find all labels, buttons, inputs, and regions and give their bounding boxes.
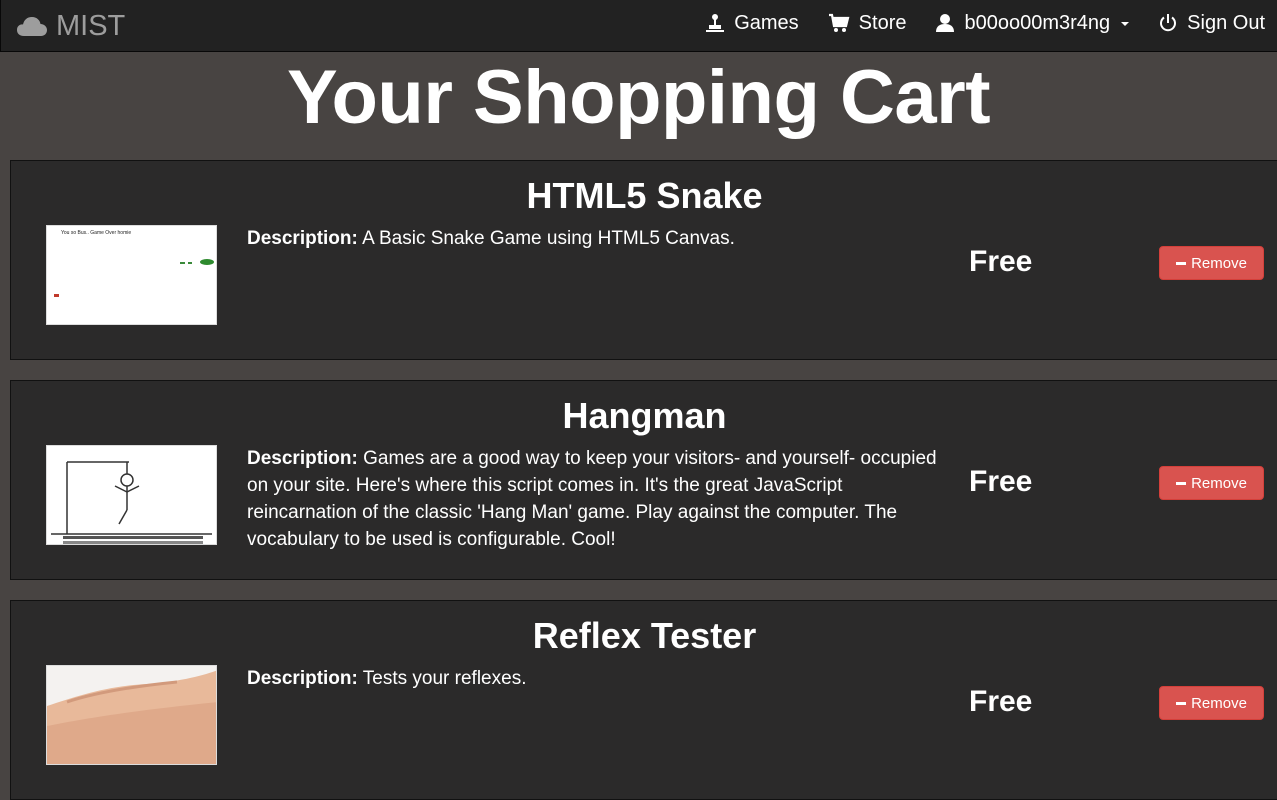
cart-item: Hangman Description: Games are a good wa… <box>10 380 1277 580</box>
item-description: Description: A Basic Snake Game using HT… <box>247 225 947 252</box>
caret-down-icon <box>1121 22 1130 26</box>
thumbnail-caption: You so Bus.. Game Over homie <box>61 230 131 236</box>
remove-label: Remove <box>1191 474 1247 492</box>
sign-out-link[interactable]: Sign Out <box>1158 12 1265 35</box>
item-price: Free <box>969 685 1033 718</box>
brand-name: MIST <box>56 9 126 42</box>
item-description: Description: Games are a good way to kee… <box>247 445 947 553</box>
game-thumbnail[interactable] <box>46 665 217 765</box>
minus-icon <box>1176 701 1187 705</box>
item-title: Reflex Tester <box>532 615 757 656</box>
item-title: HTML5 Snake <box>526 175 763 216</box>
remove-button[interactable]: Remove <box>1159 246 1264 280</box>
item-price: Free <box>969 245 1033 278</box>
item-description: Description: Tests your reflexes. <box>247 665 947 692</box>
description-text: Tests your reflexes. <box>362 668 527 689</box>
item-price: Free <box>969 465 1033 498</box>
joystick-icon <box>705 13 725 33</box>
remove-button[interactable]: Remove <box>1159 686 1264 720</box>
cart-item: HTML5 Snake You so Bus.. Game Over homie… <box>10 160 1277 360</box>
brand-link[interactable]: MIST <box>16 8 125 44</box>
item-title: Hangman <box>562 395 727 436</box>
page-title: Your Shopping Cart <box>286 55 991 140</box>
nav-menu: Games Store b00oo00m3r4ng Sign Out <box>705 0 1265 46</box>
minus-icon <box>1176 481 1187 485</box>
sign-out-label: Sign Out <box>1187 11 1265 34</box>
game-thumbnail[interactable] <box>46 445 217 545</box>
description-label: Description: <box>247 448 358 469</box>
remove-button[interactable]: Remove <box>1159 466 1264 500</box>
description-label: Description: <box>247 228 358 249</box>
cloud-icon <box>16 15 48 37</box>
shopping-cart-icon <box>828 13 850 33</box>
nav-games-label: Games <box>734 11 799 34</box>
nav-games[interactable]: Games <box>705 11 799 35</box>
username-label: b00oo00m3r4ng <box>964 11 1111 34</box>
game-thumbnail[interactable]: You so Bus.. Game Over homie <box>46 225 217 325</box>
description-label: Description: <box>247 668 358 689</box>
user-dropdown[interactable]: b00oo00m3r4ng <box>935 11 1130 35</box>
remove-label: Remove <box>1191 254 1247 272</box>
nav-store-label: Store <box>858 11 907 34</box>
nav-store[interactable]: Store <box>828 11 907 35</box>
user-icon <box>935 13 955 33</box>
remove-label: Remove <box>1191 694 1247 712</box>
description-text: A Basic Snake Game using HTML5 Canvas. <box>362 228 735 249</box>
minus-icon <box>1176 261 1187 265</box>
navbar: MIST Games Store b00oo00m3r4ng Sign Out <box>0 0 1277 52</box>
power-icon <box>1158 13 1178 33</box>
cart-item: Reflex Tester Description: Tests your re… <box>10 600 1277 800</box>
